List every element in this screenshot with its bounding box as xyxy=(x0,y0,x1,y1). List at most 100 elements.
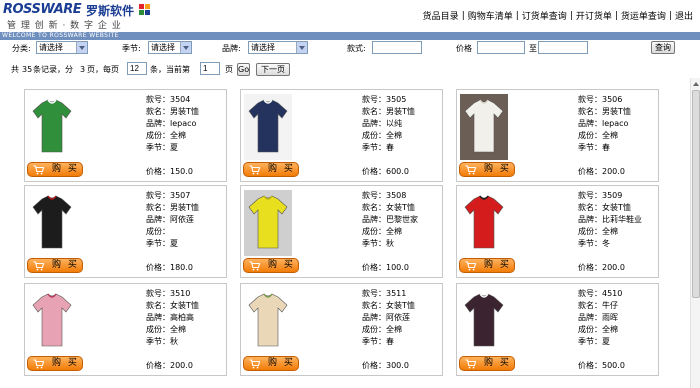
page-count: 3 xyxy=(80,65,86,74)
cart-icon xyxy=(465,359,476,369)
product-price: 200.0 xyxy=(170,361,193,370)
product-info: 款号：4510 款名：牛仔 品牌：雨晖 成份：全棉 季节：夏 xyxy=(578,288,656,348)
buy-button[interactable]: 购 买 xyxy=(459,258,515,273)
buy-button[interactable]: 购 买 xyxy=(243,356,299,371)
product-code-row: 款号：4510 xyxy=(578,288,656,300)
current-page-input[interactable] xyxy=(200,62,220,75)
nav-order-query[interactable]: 订货单查询 xyxy=(519,9,570,22)
product-name: 女装T恤 xyxy=(602,203,631,212)
material-label: 成份： xyxy=(578,325,602,334)
nav-shopping-cart[interactable]: 购物车清单 xyxy=(465,9,516,22)
material-label: 成份： xyxy=(578,227,602,236)
logo-tagline: 管 理 创 新 · 数 字 企 业 xyxy=(7,21,122,31)
name-label: 款名： xyxy=(146,107,170,116)
buy-button[interactable]: 购 买 xyxy=(243,258,299,273)
category-label: 分类: xyxy=(12,44,31,53)
product-name-row: 款名：牛仔 xyxy=(578,300,656,312)
product-card: 购 买 款号：3509 款名：女装T恤 品牌：比莉华鞋业 成份：全棉 季节：冬 … xyxy=(456,185,659,278)
product-material-row: 成份：全棉 xyxy=(362,226,440,238)
pagination-bar: 共 35 条记录，分 3 页，每页 条，当前第 页 Go 下一页 xyxy=(0,60,700,77)
brand-label: 品牌： xyxy=(362,215,386,224)
record-count: 35 xyxy=(22,65,33,74)
name-label: 款名： xyxy=(578,301,602,310)
product-season: 春 xyxy=(386,337,394,346)
buy-button[interactable]: 购 买 xyxy=(243,162,299,177)
shirt-icon[interactable] xyxy=(244,190,292,256)
product-code-row: 款号：3505 xyxy=(362,94,440,106)
chevron-down-icon xyxy=(180,42,191,53)
brand-label: 品牌： xyxy=(578,313,602,322)
product-name: 男装T恤 xyxy=(386,107,415,116)
product-code: 3511 xyxy=(386,289,407,298)
shirt-icon[interactable] xyxy=(460,94,508,160)
header: ROSSWARE 罗斯软件 管 理 创 新 · 数 字 企 业 货品目录 | 购物… xyxy=(0,0,700,32)
pager-text: 页，每页 xyxy=(87,65,119,74)
material-label: 成份： xyxy=(146,131,170,140)
product-name-row: 款名：女装T恤 xyxy=(362,300,440,312)
product-price: 600.0 xyxy=(386,167,409,176)
price-max-input[interactable] xyxy=(538,41,588,54)
buy-button[interactable]: 购 买 xyxy=(27,258,83,273)
product-photo-svg xyxy=(244,288,292,354)
buy-button-label: 购 买 xyxy=(52,164,79,174)
cart-icon xyxy=(33,261,44,271)
product-price: 500.0 xyxy=(602,361,625,370)
vertical-scrollbar[interactable] xyxy=(690,78,700,388)
shirt-icon[interactable] xyxy=(460,288,508,354)
go-button[interactable]: Go xyxy=(237,63,250,76)
product-name: 女装T恤 xyxy=(170,301,199,310)
product-name: 女装T恤 xyxy=(386,203,415,212)
brand-label: 品牌： xyxy=(362,313,386,322)
scrollbar-thumb[interactable] xyxy=(692,90,700,298)
product-code: 3504 xyxy=(170,95,191,104)
shirt-icon[interactable] xyxy=(244,94,292,160)
style-input[interactable] xyxy=(372,41,422,54)
product-info: 款号：3511 款名：女装T恤 品牌：阿依莲 成份：全棉 季节：春 xyxy=(362,288,440,348)
product-brand-row: 品牌：雨晖 xyxy=(578,312,656,324)
category-select[interactable]: 请选择 xyxy=(36,41,88,54)
product-season-row: 季节：夏 xyxy=(146,142,224,154)
product-brand: 巴黎世家 xyxy=(386,215,418,224)
product-material: 全棉 xyxy=(386,227,402,236)
product-price: 200.0 xyxy=(602,167,625,176)
product-name: 牛仔 xyxy=(602,301,618,310)
shirt-icon[interactable] xyxy=(460,190,508,256)
logo[interactable]: ROSSWARE 罗斯软件 管 理 创 新 · 数 字 企 业 xyxy=(3,2,153,31)
brand-select[interactable]: 请选择 xyxy=(248,41,308,54)
scroll-up-icon[interactable] xyxy=(692,79,700,89)
product-info: 款号：3510 款名：女装T恤 品牌：高柏高 成份：全棉 季节：秋 xyxy=(146,288,224,348)
nav-product-catalog[interactable]: 货品目录 xyxy=(420,9,462,22)
season-select[interactable]: 请选择 xyxy=(148,41,192,54)
product-info: 款号：3507 款名：男装T恤 品牌：阿依莲 成份： 季节：夏 xyxy=(146,190,224,250)
material-label: 成份： xyxy=(362,325,386,334)
product-material-row: 成份：全棉 xyxy=(146,130,224,142)
chevron-down-icon xyxy=(296,42,307,53)
product-brand-row: 品牌：lepaco xyxy=(146,118,224,130)
shirt-icon[interactable] xyxy=(28,288,76,354)
nav-logout[interactable]: 退出 xyxy=(672,9,696,22)
shirt-icon[interactable] xyxy=(244,288,292,354)
search-button[interactable]: 查询 xyxy=(651,41,675,54)
per-page-input[interactable] xyxy=(127,62,147,75)
buy-button[interactable]: 购 买 xyxy=(27,162,83,177)
season-label: 季节： xyxy=(362,143,386,152)
price-label: 价格： xyxy=(362,167,386,176)
shirt-icon[interactable] xyxy=(28,94,76,160)
price-min-input[interactable] xyxy=(477,41,525,54)
price-label: 价格： xyxy=(146,361,170,370)
product-code-row: 款号：3511 xyxy=(362,288,440,300)
product-material: 全棉 xyxy=(602,131,618,140)
nav-shipping-query[interactable]: 货运单查询 xyxy=(618,9,669,22)
welcome-text: WELCOME TO ROSSWARE WEBSITE xyxy=(2,32,119,39)
next-page-button[interactable]: 下一页 xyxy=(256,63,290,76)
product-price-row: 价格：150.0 xyxy=(146,166,193,178)
product-photo-svg xyxy=(244,94,292,160)
buy-button[interactable]: 购 买 xyxy=(459,356,515,371)
buy-button[interactable]: 购 买 xyxy=(459,162,515,177)
buy-button[interactable]: 购 买 xyxy=(27,356,83,371)
shirt-icon[interactable] xyxy=(28,190,76,256)
material-label: 成份： xyxy=(578,131,602,140)
product-brand-row: 品牌：lepaco xyxy=(578,118,656,130)
product-code: 3507 xyxy=(170,191,191,200)
nav-create-order[interactable]: 开订货单 xyxy=(573,9,615,22)
